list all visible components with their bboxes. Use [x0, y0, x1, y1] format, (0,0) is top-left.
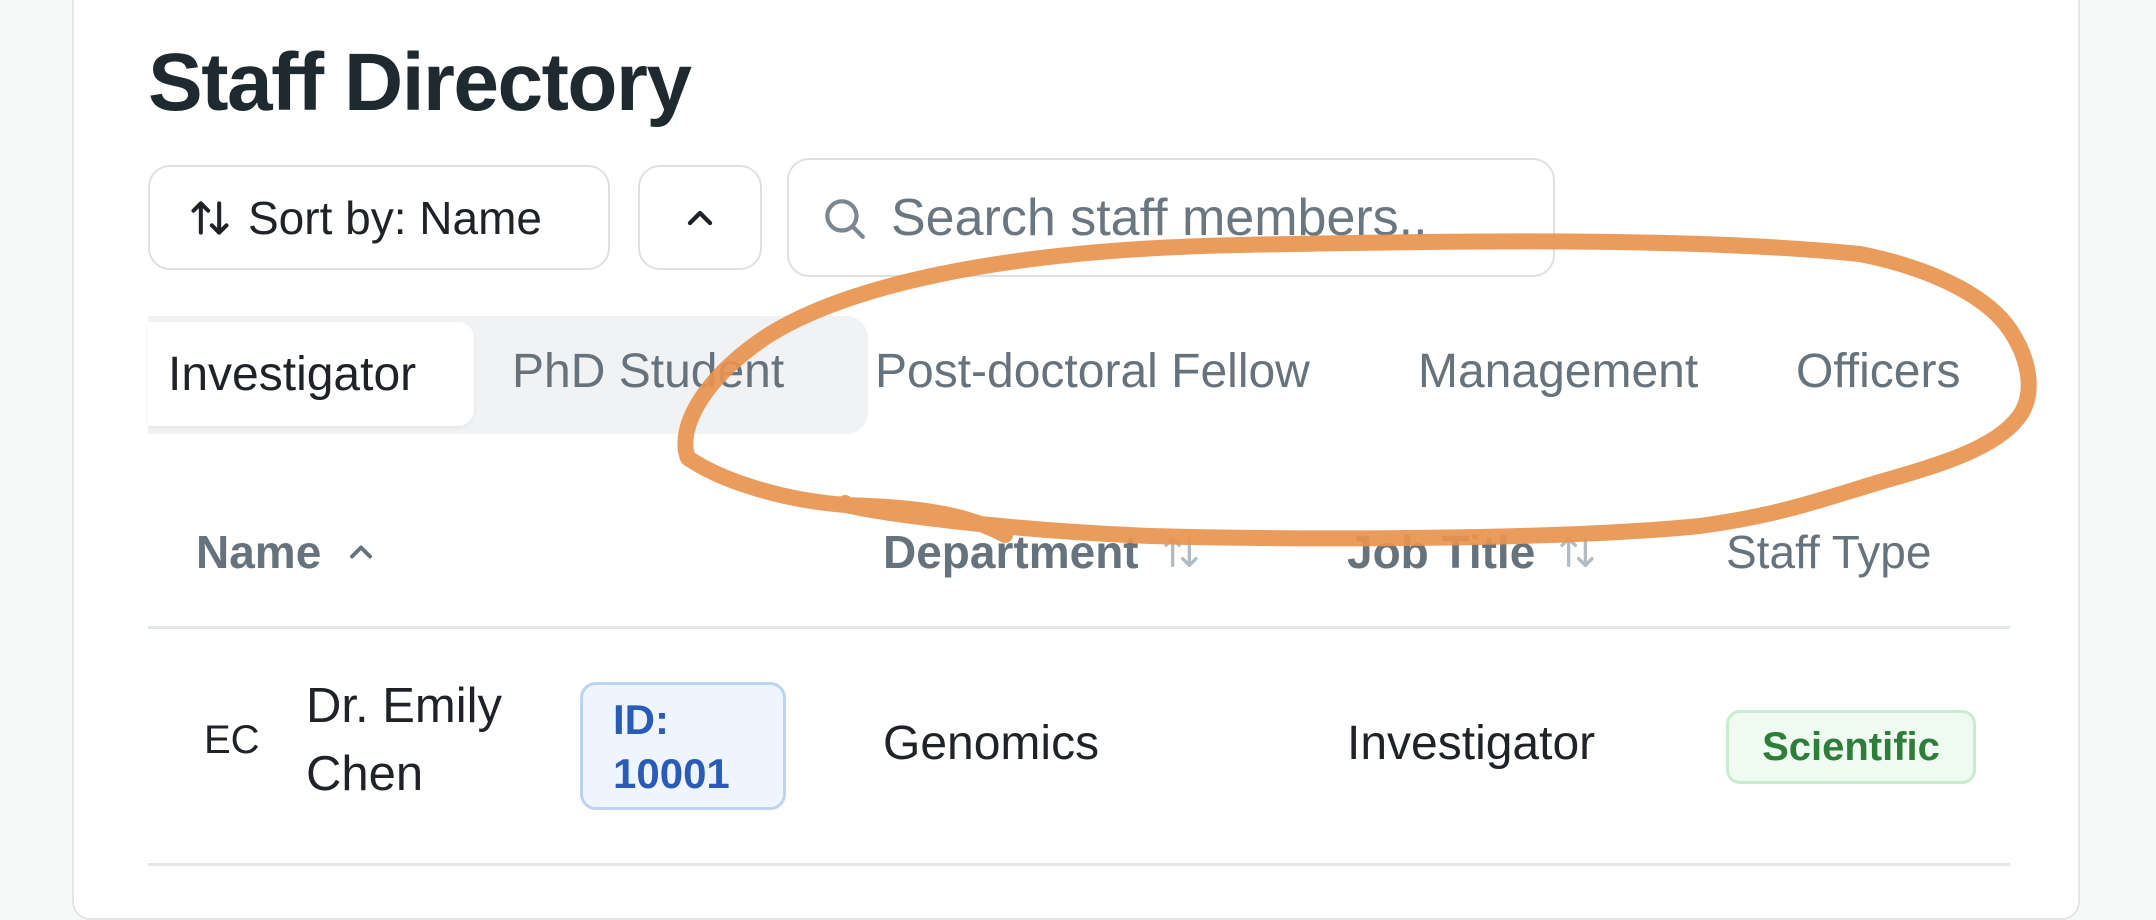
job-title-cell: Investigator [1347, 717, 1596, 770]
search-input[interactable] [889, 186, 1513, 249]
search-icon [825, 198, 865, 239]
search-box[interactable] [787, 158, 1555, 277]
staff-id-badge: ID: 10001 [580, 682, 786, 810]
column-header-department-label: Department [883, 526, 1139, 578]
column-header-staff-type: Staff Type [1726, 520, 1931, 584]
table-row-divider [148, 863, 2010, 866]
column-header-staff-type-label: Staff Type [1726, 526, 1932, 578]
staff-id-value: 10001 [613, 750, 730, 797]
column-header-name[interactable]: Name [196, 520, 379, 584]
sort-arrows-icon [1163, 537, 1198, 567]
tab-investigator[interactable]: Investigator [148, 322, 474, 426]
tab-post-doctoral-fellow[interactable]: Post-doctoral Fellow [875, 316, 1310, 426]
table-header-divider [148, 626, 2010, 629]
sort-arrows-icon [1560, 537, 1594, 567]
sort-direction-button[interactable] [638, 165, 762, 270]
chevron-up-icon [350, 545, 373, 559]
sort-arrows-icon [191, 200, 229, 235]
staff-type-badge: Scientific [1726, 710, 1976, 784]
tab-officers[interactable]: Officers [1796, 316, 1960, 426]
page-title: Staff Directory [148, 37, 692, 128]
staff-name-first-line: Dr. Emily [306, 679, 502, 733]
column-header-name-label: Name [196, 526, 322, 578]
column-header-job-title-label: Job Title [1347, 526, 1536, 578]
chevron-up-icon [687, 210, 713, 225]
sort-button-label: Sort by: Name [248, 191, 542, 244]
column-header-job-title[interactable]: Job Title [1347, 520, 1597, 584]
department-cell: Genomics [883, 717, 1100, 770]
tab-phd-student[interactable]: PhD Student [512, 316, 784, 426]
staff-id-label: ID: [613, 696, 669, 743]
staff-name-second-line: Chen [306, 747, 424, 801]
avatar-initials: EC [204, 718, 260, 762]
column-header-department[interactable]: Department [883, 520, 1201, 584]
tab-management[interactable]: Management [1418, 316, 1698, 426]
sort-button[interactable]: Sort by: Name [148, 165, 610, 270]
